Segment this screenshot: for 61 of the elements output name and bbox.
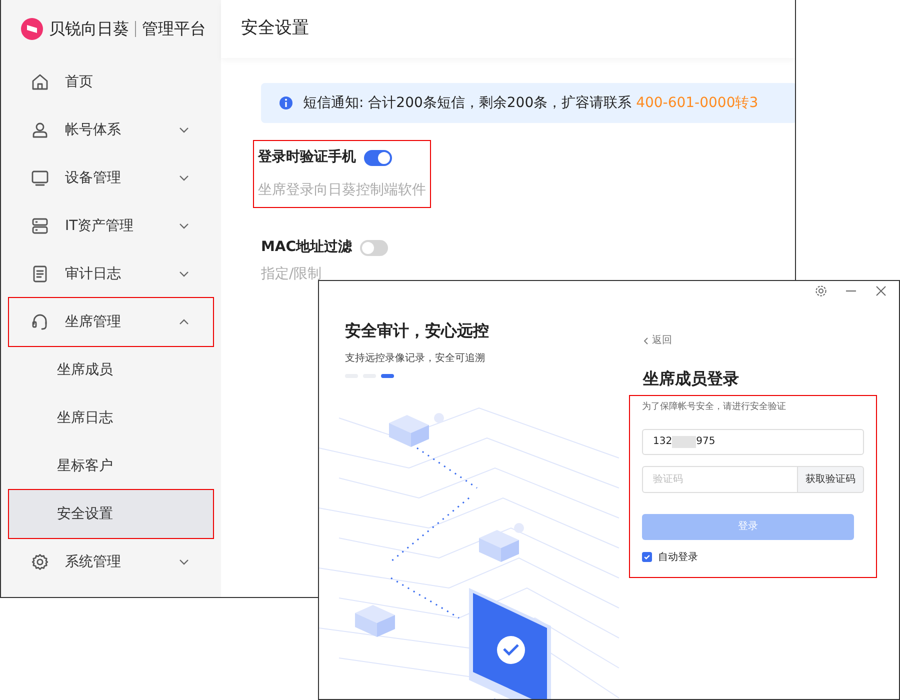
- item-label: 坐席管理: [65, 312, 121, 332]
- chevron-left-icon: [643, 336, 649, 344]
- item-label: 设备管理: [65, 168, 121, 188]
- item-label: IT资产管理: [65, 216, 134, 236]
- toggle-switch[interactable]: [360, 240, 388, 256]
- tagline: 支持远控录像记录，安全可追溯: [344, 352, 486, 366]
- info-icon: [279, 96, 293, 110]
- sidebar-item[interactable]: 审计日志: [9, 250, 213, 298]
- sidebar-subitem[interactable]: 星标客户: [9, 442, 213, 490]
- product-name: 管理平台: [142, 18, 206, 40]
- sidebar-subitem[interactable]: 坐席日志: [9, 394, 213, 442]
- form-title: 坐席成员登录: [643, 368, 739, 390]
- sidebar-item[interactable]: 坐席管理: [9, 298, 213, 346]
- chevron-up-icon: [179, 317, 189, 327]
- setting-label: 登录时验证手机: [258, 148, 356, 167]
- sidebar-item[interactable]: IT资产管理: [9, 202, 213, 250]
- redaction-mark: [672, 436, 696, 448]
- user-icon: [31, 121, 49, 139]
- sidebar-item[interactable]: 帐号体系: [9, 106, 213, 154]
- chevron-down-icon: [179, 173, 189, 183]
- chevron-down-icon: [179, 269, 189, 279]
- sidebar-item[interactable]: 系统管理: [9, 538, 213, 586]
- monitor-icon: [31, 169, 49, 187]
- page-title: 安全设置: [241, 17, 309, 40]
- back-link[interactable]: 返回: [643, 333, 672, 348]
- notice-text: 短信通知: 合计200条短信，剩余200条，扩容请联系 400-601-0000转3: [303, 94, 758, 112]
- settings-icon: [31, 553, 49, 571]
- close-icon[interactable]: [875, 285, 887, 297]
- brand-name: 贝锐向日葵: [49, 18, 129, 40]
- get-code-button[interactable]: 获取验证码: [798, 466, 864, 492]
- item-label: 首页: [65, 72, 93, 92]
- checkbox-label: 自动登录: [658, 550, 698, 564]
- setting-description: 指定/限制: [261, 265, 323, 284]
- sidebar-item[interactable]: 首页: [9, 58, 213, 106]
- phone-field[interactable]: 132 975: [642, 428, 864, 454]
- headset-icon: [31, 313, 49, 331]
- slide-indicator[interactable]: [381, 374, 394, 378]
- phone-start: 132: [653, 435, 672, 449]
- form-hint: 为了保障帐号安全，请进行安全验证: [642, 401, 787, 414]
- back-label: 返回: [652, 334, 672, 348]
- item-label: 审计日志: [65, 264, 121, 284]
- chevron-down-icon: [179, 221, 189, 231]
- item-label: 系统管理: [65, 552, 121, 572]
- chevron-down-icon: [179, 557, 189, 567]
- settings-icon[interactable]: [815, 285, 827, 297]
- code-field[interactable]: 验证码: [642, 466, 798, 492]
- sidebar-item[interactable]: 设备管理: [9, 154, 213, 202]
- headline: 安全审计，安心远控: [344, 320, 490, 342]
- phone-end: 975: [696, 435, 716, 449]
- sidebar-subitem[interactable]: 安全设置: [9, 490, 213, 538]
- setting-label: MAC地址过滤: [261, 238, 352, 257]
- setting-description: 坐席登录向日葵控制端软件: [258, 181, 426, 200]
- chevron-down-icon: [179, 125, 189, 135]
- document-icon: [31, 265, 49, 283]
- server-icon: [31, 217, 49, 235]
- item-label: 帐号体系: [65, 120, 121, 140]
- checkbox[interactable]: [642, 552, 652, 562]
- home-icon: [31, 73, 49, 91]
- sidebar-subitem[interactable]: 坐席成员: [9, 346, 213, 394]
- toggle-switch[interactable]: [364, 150, 392, 166]
- logo-icon: [21, 18, 43, 40]
